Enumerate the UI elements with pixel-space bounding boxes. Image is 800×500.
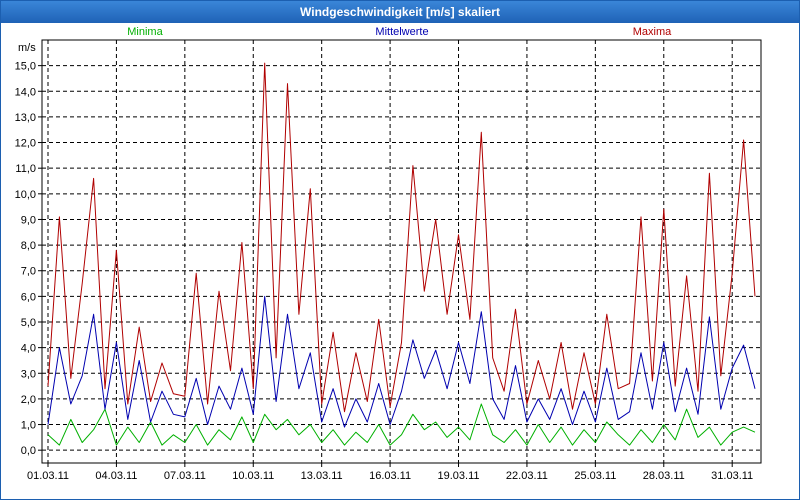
- window-title: Windgeschwindigkeit [m/s] skaliert: [1, 1, 799, 23]
- y-tick-label: 2,0: [21, 394, 36, 406]
- x-tick-label: 04.03.11: [95, 470, 137, 482]
- y-tick-label: 13,0: [15, 112, 36, 124]
- y-tick-label: 15,0: [15, 61, 36, 73]
- legend-item-minima: Minima: [127, 26, 163, 38]
- y-tick-label: 11,0: [15, 163, 36, 175]
- x-tick-label: 01.03.11: [27, 470, 69, 482]
- y-tick-label: 0,0: [21, 445, 36, 457]
- y-tick-label: 6,0: [21, 291, 36, 303]
- y-tick-label: 12,0: [15, 138, 36, 150]
- x-tick-label: 16.03.11: [369, 470, 411, 482]
- y-tick-label: 4,0: [21, 343, 36, 355]
- x-tick-label: 22.03.11: [506, 470, 548, 482]
- y-tick-label: 9,0: [21, 214, 36, 226]
- x-tick-label: 31.03.11: [711, 470, 753, 482]
- x-tick-label: 13.03.11: [301, 470, 343, 482]
- legend-item-maxima: Maxima: [633, 26, 672, 38]
- y-tick-label: 5,0: [21, 317, 36, 329]
- y-tick-label: 3,0: [21, 368, 36, 380]
- y-tick-label: 8,0: [21, 240, 36, 252]
- legend: Minima Mittelwerte Maxima: [127, 26, 672, 38]
- y-tick-label: 10,0: [15, 189, 36, 201]
- x-tick-label: 07.03.11: [164, 470, 206, 482]
- wind-speed-chart: 0,0 1,0 2,0 3,0 4,0 5,0 6,0 7,0 8,0 9,0 10,0 11,0 12…: [15, 26, 762, 482]
- y-tick-label: 14,0: [15, 86, 36, 98]
- y-axis-label: m/s: [18, 42, 36, 54]
- x-tick-label: 19.03.11: [438, 470, 480, 482]
- y-axis-tick-labels: 0,0 1,0 2,0 3,0 4,0 5,0 6,0 7,0 8,0 9,0 10,0 11,0 12…: [15, 61, 36, 458]
- x-tick-label: 25.03.11: [574, 470, 616, 482]
- y-tick-label: 1,0: [21, 420, 36, 432]
- legend-item-mittelwerte: Mittelwerte: [375, 26, 428, 38]
- x-tick-label: 10.03.11: [232, 470, 274, 482]
- y-tick-label: 7,0: [21, 266, 36, 278]
- x-tick-label: 28.03.11: [643, 470, 685, 482]
- x-axis-tick-labels: 01.03.11 04.03.11 07.03.11 10.03.11 13.03.11…: [27, 470, 753, 482]
